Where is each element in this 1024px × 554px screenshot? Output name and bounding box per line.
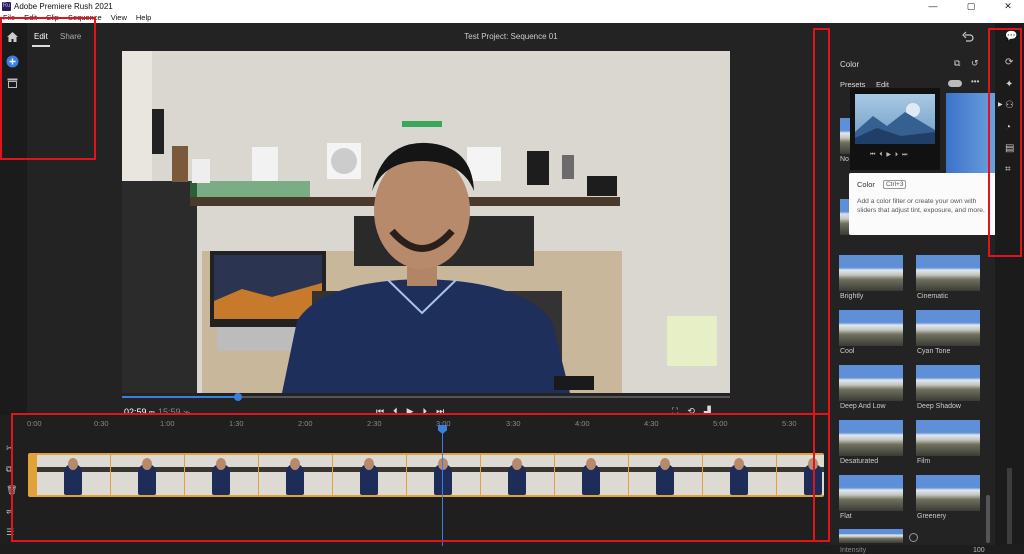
preset-thumb-film[interactable] [916,420,980,456]
preset-label-flat: Flat [840,513,852,520]
preset-label-brightly: Brightly [840,293,864,300]
highlight-box-left [0,17,96,160]
preset-thumb-deep-shadow[interactable] [916,365,980,401]
preset-label-cool: Cool [840,348,855,355]
video-frame [122,51,730,393]
preset-thumb-deep-and-low[interactable] [839,365,903,401]
window-title: Adobe Premiere Rush 2021 [14,1,113,11]
undo-icon[interactable] [962,31,974,42]
intensity-slider-handle[interactable] [909,533,918,542]
minimize-button[interactable]: — [918,0,948,12]
tooltip-preview-art [855,94,935,144]
menu-help[interactable]: Help [136,13,151,22]
toggle-switch[interactable] [948,80,962,87]
maximize-button[interactable]: ▢ [956,0,986,12]
preset-label-deep-shadow: Deep Shadow [917,403,961,410]
preset-label-cyan-tone: Cyan Tone [917,348,951,355]
panel-scrollbar[interactable] [986,495,990,543]
preset-thumb-flat[interactable] [839,475,903,511]
preset-thumb-next[interactable] [839,529,903,543]
preset-thumb-desaturated[interactable] [839,420,903,456]
preset-label-none: No [840,156,849,163]
audio-meter [1007,468,1012,544]
close-button[interactable]: ✕ [993,0,1023,12]
more-button[interactable]: ••• [971,77,979,86]
tooltip-text: Add a color filter or create your own wi… [857,198,985,214]
highlight-box-timeline [11,413,830,542]
preset-thumb-brightly[interactable] [839,255,903,291]
app-area: Test Project: Sequence 01 Edit Share 02:… [0,17,1024,554]
menu-view[interactable]: View [111,13,127,22]
menu-bar: File Edit Clip Sequence View Help [0,12,1024,23]
preset-label-cinematic: Cinematic [917,293,949,300]
highlight-box-right [988,28,1022,257]
video-viewer[interactable] [122,51,730,393]
tooltip-preview-controls: ⏮⏴▶⏵⏭ [870,152,912,158]
preset-thumb-cool[interactable] [839,310,903,346]
intensity-value: 100 [973,547,985,554]
project-title: Test Project: Sequence 01 [464,32,558,41]
scrub-progress [122,396,238,398]
tooltip-preview: ⏮⏴▶⏵⏭ [850,88,940,170]
copy-look-icon[interactable]: ⧉ [954,58,960,69]
tooltip-shortcut: Ctrl+3 [882,180,907,189]
preset-label-deep-and-low: Deep And Low [840,403,886,410]
preset-label-greenery: Greenery [917,513,947,520]
preset-thumb-cinematic[interactable] [916,255,980,291]
preset-label-film: Film [917,458,931,465]
reset-icon[interactable]: ↺ [971,58,979,69]
tooltip-title: Color [857,180,875,189]
color-tooltip: Color Ctrl+3 Add a color filter or creat… [849,173,997,235]
preset-thumb-cyan-tone[interactable] [916,310,980,346]
highlight-box-panel [813,28,830,542]
top-bar: Test Project: Sequence 01 Edit Share [27,23,995,50]
intensity-label: Intensity [840,547,867,554]
app-logo-icon: Ru [2,1,11,11]
preset-thumb-greenery[interactable] [916,475,980,511]
preset-label-desaturated: Desaturated [840,458,879,465]
scrub-handle[interactable] [233,393,242,401]
color-panel-title: Color [840,60,860,69]
title-bar: Ru Adobe Premiere Rush 2021 — ▢ ✕ [0,0,1024,12]
